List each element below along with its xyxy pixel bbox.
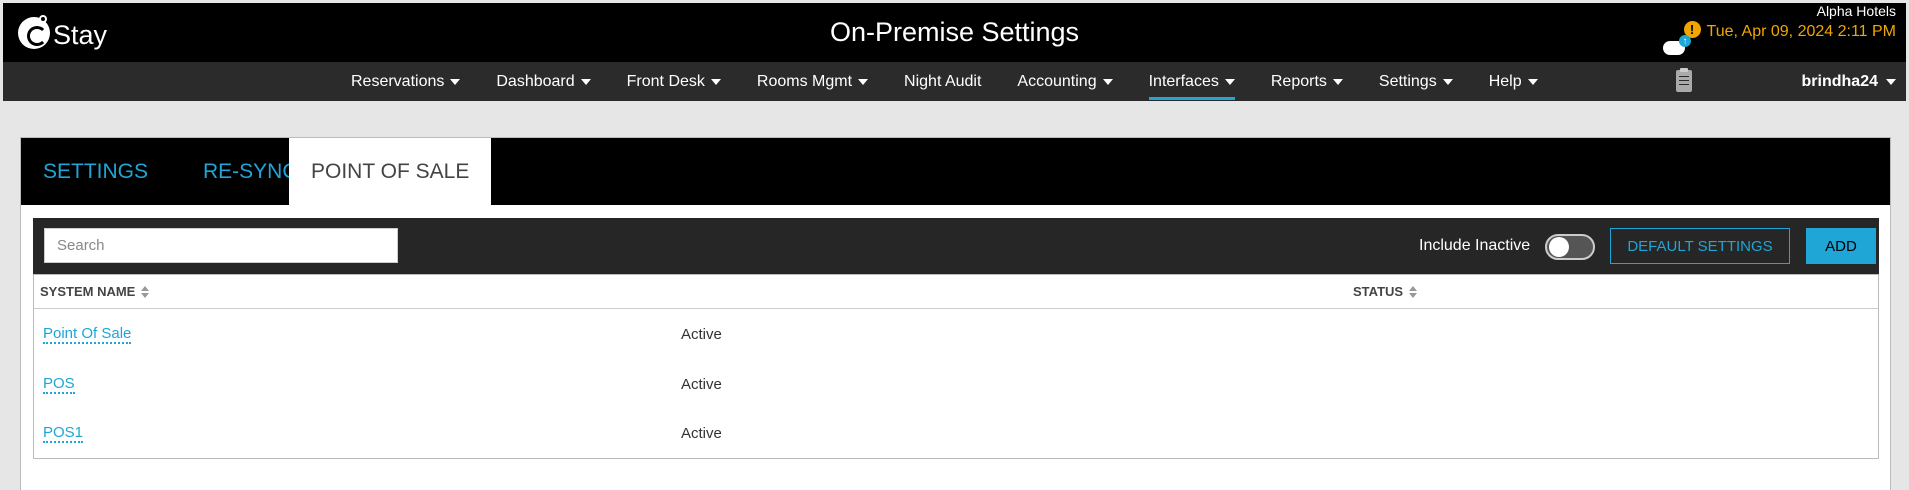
- caret-down-icon: [1442, 78, 1453, 85]
- default-settings-button[interactable]: DEFAULT SETTINGS: [1610, 228, 1790, 264]
- nav-label: Accounting: [1017, 72, 1097, 90]
- system-name-link[interactable]: POS: [43, 376, 75, 394]
- table-row: Point Of Sale Active: [34, 320, 1878, 350]
- table-row: POS Active: [34, 370, 1878, 400]
- nav-label: Front Desk: [626, 72, 705, 90]
- sort-icon[interactable]: [1409, 285, 1418, 298]
- status-cell: Active: [681, 326, 722, 343]
- nav-interfaces[interactable]: Interfaces: [1148, 62, 1236, 101]
- main-navbar: ↑ Reservations Dashboard Front Desk Room…: [3, 35, 1906, 101]
- settings-panel: SETTINGS RE-SYNC POINT OF SALE Include I…: [20, 137, 1891, 490]
- nav-rooms-mgmt[interactable]: Rooms Mgmt: [756, 62, 869, 101]
- top-header: Stay On-Premise Settings Alpha Hotels ! …: [3, 3, 1906, 62]
- nav-front-desk[interactable]: Front Desk: [627, 62, 721, 101]
- nav-accounting[interactable]: Accounting: [1017, 62, 1113, 101]
- pos-toolbar: Include Inactive DEFAULT SETTINGS ADD: [33, 218, 1879, 274]
- nav-reservations[interactable]: Reservations: [351, 62, 461, 101]
- caret-down-icon: [1102, 78, 1113, 85]
- sync-badge-icon: ↑: [1679, 35, 1691, 47]
- column-label: SYSTEM NAME: [40, 284, 136, 299]
- include-inactive-toggle[interactable]: [1545, 234, 1595, 260]
- caret-down-icon: [710, 78, 721, 85]
- datetime-text: Tue, Apr 09, 2024 2:11 PM: [1706, 23, 1896, 40]
- column-header-status[interactable]: STATUS: [1353, 284, 1418, 299]
- caret-down-icon: [450, 78, 461, 85]
- nav-dashboard[interactable]: Dashboard: [496, 62, 591, 101]
- page-title: On-Premise Settings: [829, 17, 1080, 47]
- system-name-link[interactable]: Point Of Sale: [43, 326, 132, 344]
- table-header: SYSTEM NAME STATUS: [34, 275, 1878, 309]
- nav-settings[interactable]: Settings: [1379, 62, 1453, 101]
- column-header-system-name[interactable]: SYSTEM NAME: [40, 284, 150, 299]
- user-menu[interactable]: brindha24: [1802, 62, 1896, 101]
- nav-label: Help: [1488, 72, 1522, 90]
- nav-label: Night Audit: [904, 72, 982, 90]
- nav-label: Reports: [1270, 72, 1327, 90]
- clipboard-icon[interactable]: [1676, 68, 1692, 92]
- nav-label: Settings: [1378, 72, 1437, 90]
- caret-down-icon: [1527, 78, 1538, 85]
- pos-table: SYSTEM NAME STATUS Point Of Sale Active …: [33, 274, 1879, 459]
- tab-point-of-sale[interactable]: POINT OF SALE: [289, 138, 492, 205]
- caret-down-icon: [580, 78, 591, 85]
- nav-label: Rooms Mgmt: [756, 72, 853, 90]
- username: brindha24: [1801, 72, 1878, 90]
- hotel-name[interactable]: Alpha Hotels: [1817, 3, 1896, 19]
- nav-night-audit[interactable]: Night Audit: [904, 62, 981, 101]
- status-cell: Active: [681, 376, 722, 393]
- current-datetime: ! Tue, Apr 09, 2024 2:11 PM: [1683, 20, 1896, 41]
- nav-label: Reservations: [351, 72, 445, 90]
- nav-help[interactable]: Help: [1489, 62, 1538, 101]
- nav-menu: Reservations Dashboard Front Desk Rooms …: [351, 62, 1574, 101]
- tab-settings[interactable]: SETTINGS: [21, 138, 170, 205]
- search-input[interactable]: [44, 228, 398, 263]
- caret-down-icon: [1886, 78, 1896, 85]
- include-inactive-label: Include Inactive: [1419, 237, 1531, 254]
- table-row: POS1 Active: [34, 419, 1878, 449]
- caret-down-icon: [1224, 78, 1235, 85]
- status-cell: Active: [681, 425, 722, 442]
- column-label: STATUS: [1353, 284, 1404, 299]
- system-name-link[interactable]: POS1: [43, 425, 84, 443]
- add-button[interactable]: ADD: [1806, 228, 1876, 264]
- sort-icon[interactable]: [141, 285, 150, 298]
- toggle-knob: [1549, 237, 1569, 257]
- caret-down-icon: [858, 78, 869, 85]
- nav-label: Dashboard: [496, 72, 575, 90]
- cloud-sync-icon[interactable]: ↑: [1663, 35, 1691, 55]
- nav-reports[interactable]: Reports: [1271, 62, 1343, 101]
- nav-label: Interfaces: [1148, 72, 1219, 90]
- tab-bar: SETTINGS RE-SYNC POINT OF SALE: [21, 138, 1890, 205]
- caret-down-icon: [1332, 78, 1343, 85]
